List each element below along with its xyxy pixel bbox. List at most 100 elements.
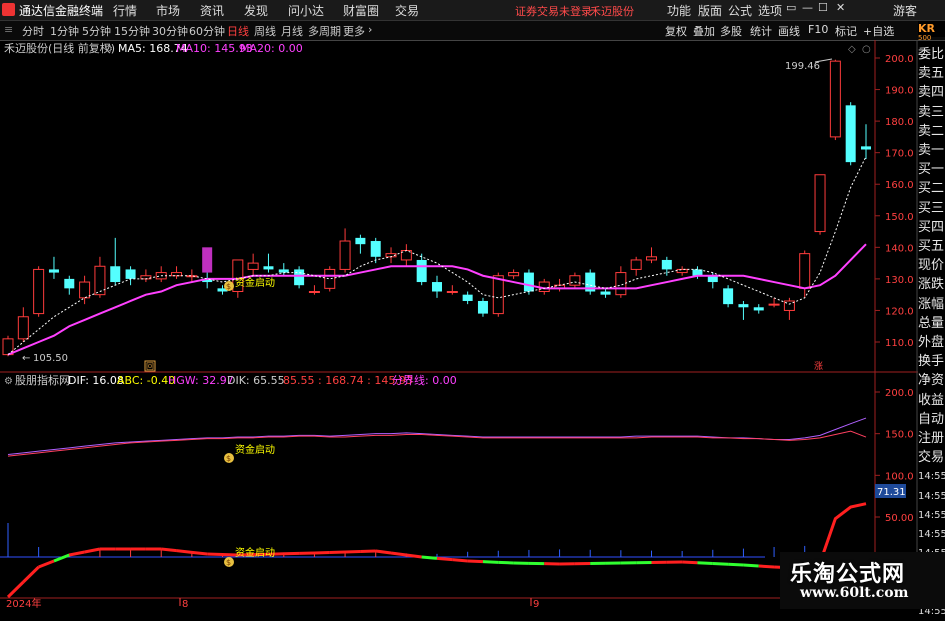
tool-tongji[interactable]: 统计 bbox=[750, 23, 772, 39]
menu-banmian[interactable]: 版面 bbox=[698, 2, 722, 19]
side-item[interactable]: 买二 bbox=[918, 179, 945, 198]
candle-body-down bbox=[294, 269, 304, 285]
login-warning[interactable]: 证券交易未登录 bbox=[515, 3, 592, 19]
dik-segment bbox=[8, 582, 23, 597]
dik-segment bbox=[697, 563, 712, 564]
menu-hangqing[interactable]: 行情 bbox=[113, 2, 137, 19]
period-fenshi[interactable]: 分时 bbox=[22, 23, 44, 39]
minimize-button[interactable]: — bbox=[802, 1, 813, 14]
dik-segment bbox=[330, 552, 345, 553]
candle-body-up bbox=[830, 61, 840, 137]
side-item[interactable]: 总量 bbox=[918, 314, 945, 333]
side-item[interactable]: 注册 bbox=[918, 429, 945, 448]
candle-body-up bbox=[631, 260, 641, 269]
period-60min[interactable]: 60分钟 bbox=[189, 23, 225, 39]
period-toolbar: ≡ 分时 1分钟 5分钟 15分钟 30分钟 60分钟 日线 周线 月线 多周期… bbox=[0, 21, 945, 41]
candle-body-up bbox=[187, 276, 197, 277]
side-item[interactable]: 卖四 bbox=[918, 83, 945, 102]
dik-histogram bbox=[8, 523, 805, 557]
toolbar-menu-icon[interactable]: ≡ bbox=[4, 23, 13, 36]
side-item[interactable]: 收益 bbox=[918, 391, 945, 410]
dik-segment bbox=[468, 561, 483, 562]
settings-gear-icon[interactable]: ⚙ bbox=[104, 44, 113, 55]
high-price-label: 199.46 bbox=[785, 61, 820, 72]
tool-huaxian[interactable]: 画线 bbox=[778, 23, 800, 39]
layout-button[interactable]: ▭ bbox=[786, 1, 796, 14]
dik-line bbox=[8, 549, 866, 609]
diamond-icon[interactable]: ◇ bbox=[848, 44, 856, 55]
menu-faxian[interactable]: 发现 bbox=[244, 2, 268, 19]
menu-wenxiaoda[interactable]: 问小达 bbox=[288, 2, 324, 19]
tool-biaoji[interactable]: 标记 bbox=[835, 23, 857, 39]
side-item[interactable]: 14:55 bbox=[918, 506, 945, 525]
menu-gongneng[interactable]: 功能 bbox=[667, 2, 691, 19]
period-multi[interactable]: 多周期 bbox=[308, 23, 341, 39]
close-button[interactable]: ✕ bbox=[836, 1, 845, 14]
side-item[interactable]: 14:55 bbox=[918, 467, 945, 486]
side-item[interactable]: 买三 bbox=[918, 199, 945, 218]
guest-label[interactable]: 游客 bbox=[893, 2, 917, 19]
side-item[interactable]: 14:55 bbox=[918, 487, 945, 506]
side-item[interactable]: 委比 bbox=[918, 45, 945, 64]
period-monthly[interactable]: 月线 bbox=[281, 23, 303, 39]
side-item[interactable]: 换手 bbox=[918, 352, 945, 371]
candle-body-up bbox=[647, 257, 657, 260]
period-15min[interactable]: 15分钟 bbox=[114, 23, 150, 39]
side-item[interactable]: 卖三 bbox=[918, 103, 945, 122]
side-item[interactable]: 买一 bbox=[918, 160, 945, 179]
menu-jiaoyi[interactable]: 交易 bbox=[395, 2, 419, 19]
tool-add-watchlist[interactable]: +自选 bbox=[863, 23, 894, 39]
tool-diejia[interactable]: 叠加 bbox=[693, 23, 715, 39]
side-item[interactable]: 外盘 bbox=[918, 333, 945, 352]
stock-link[interactable]: 禾迈股份 bbox=[590, 3, 634, 19]
period-30min[interactable]: 30分钟 bbox=[152, 23, 188, 39]
period-1min[interactable]: 1分钟 bbox=[50, 23, 79, 39]
side-item[interactable]: 涨跌 bbox=[918, 275, 945, 294]
side-item[interactable]: 净资 bbox=[918, 371, 945, 390]
menu-shichang[interactable]: 市场 bbox=[156, 2, 180, 19]
period-5min[interactable]: 5分钟 bbox=[82, 23, 111, 39]
chart-area[interactable]: 禾迈股份(日线 前复权) ⚙ MA5: 168.74 MA10: 145.93 … bbox=[0, 40, 918, 609]
dik-segment bbox=[177, 551, 192, 553]
maximize-button[interactable]: ☐ bbox=[818, 1, 828, 14]
side-panel: 委比卖五卖四卖三卖二卖一买一买二买三买四买五现价涨跌涨幅总量外盘换手净资收益自动… bbox=[918, 45, 945, 621]
hgw-label: HGW: 32.97 bbox=[168, 374, 234, 387]
side-item[interactable]: 卖二 bbox=[918, 122, 945, 141]
candle-body-up bbox=[447, 292, 457, 293]
main-y-tick-label: 200.0 bbox=[885, 54, 914, 65]
side-item[interactable]: 买四 bbox=[918, 218, 945, 237]
tool-f10[interactable]: F10 bbox=[808, 23, 828, 36]
side-item[interactable]: 14:55 bbox=[918, 525, 945, 544]
title-bar: 通达信金融终端 行情 市场 资讯 发现 问小达 财富圈 交易 证券交易未登录 禾… bbox=[0, 0, 945, 21]
candle-body-down bbox=[110, 266, 120, 282]
indicator-gear-icon[interactable]: ⚙ bbox=[4, 376, 13, 387]
side-item[interactable]: 现价 bbox=[918, 256, 945, 275]
side-item[interactable]: 买五 bbox=[918, 237, 945, 256]
side-item[interactable]: 自动 bbox=[918, 410, 945, 429]
indicator-y-tick-label: 150.0 bbox=[885, 430, 914, 441]
side-item[interactable]: 卖五 bbox=[918, 64, 945, 83]
period-daily[interactable]: 日线 bbox=[227, 23, 249, 39]
period-more[interactable]: 更多 bbox=[343, 23, 365, 39]
tool-fuquan[interactable]: 复权 bbox=[665, 23, 687, 39]
marker-right: 涨 bbox=[814, 361, 823, 372]
side-item[interactable]: 交易 bbox=[918, 448, 945, 467]
dik-segment bbox=[452, 560, 467, 561]
dik-segment bbox=[161, 549, 176, 551]
circle-icon[interactable]: ○ bbox=[862, 44, 871, 55]
dollar-icon: $ bbox=[226, 558, 231, 567]
more-chevron-icon[interactable]: › bbox=[368, 23, 372, 36]
menu-gongshi[interactable]: 公式 bbox=[728, 2, 752, 19]
period-weekly[interactable]: 周线 bbox=[254, 23, 276, 39]
side-item[interactable]: 涨幅 bbox=[918, 295, 945, 314]
dik-segment bbox=[682, 562, 697, 563]
x-label-sep: 9 bbox=[533, 599, 539, 609]
tool-duogu[interactable]: 多股 bbox=[720, 23, 742, 39]
menu-caifuquan[interactable]: 财富圈 bbox=[343, 2, 379, 19]
menu-zixun[interactable]: 资讯 bbox=[200, 2, 224, 19]
side-logo-sub: 500 bbox=[918, 35, 945, 42]
marker-left: 回 bbox=[146, 362, 154, 371]
ma10-line bbox=[8, 244, 866, 354]
side-item[interactable]: 卖一 bbox=[918, 141, 945, 160]
menu-xuanxiang[interactable]: 选项 bbox=[758, 2, 782, 19]
